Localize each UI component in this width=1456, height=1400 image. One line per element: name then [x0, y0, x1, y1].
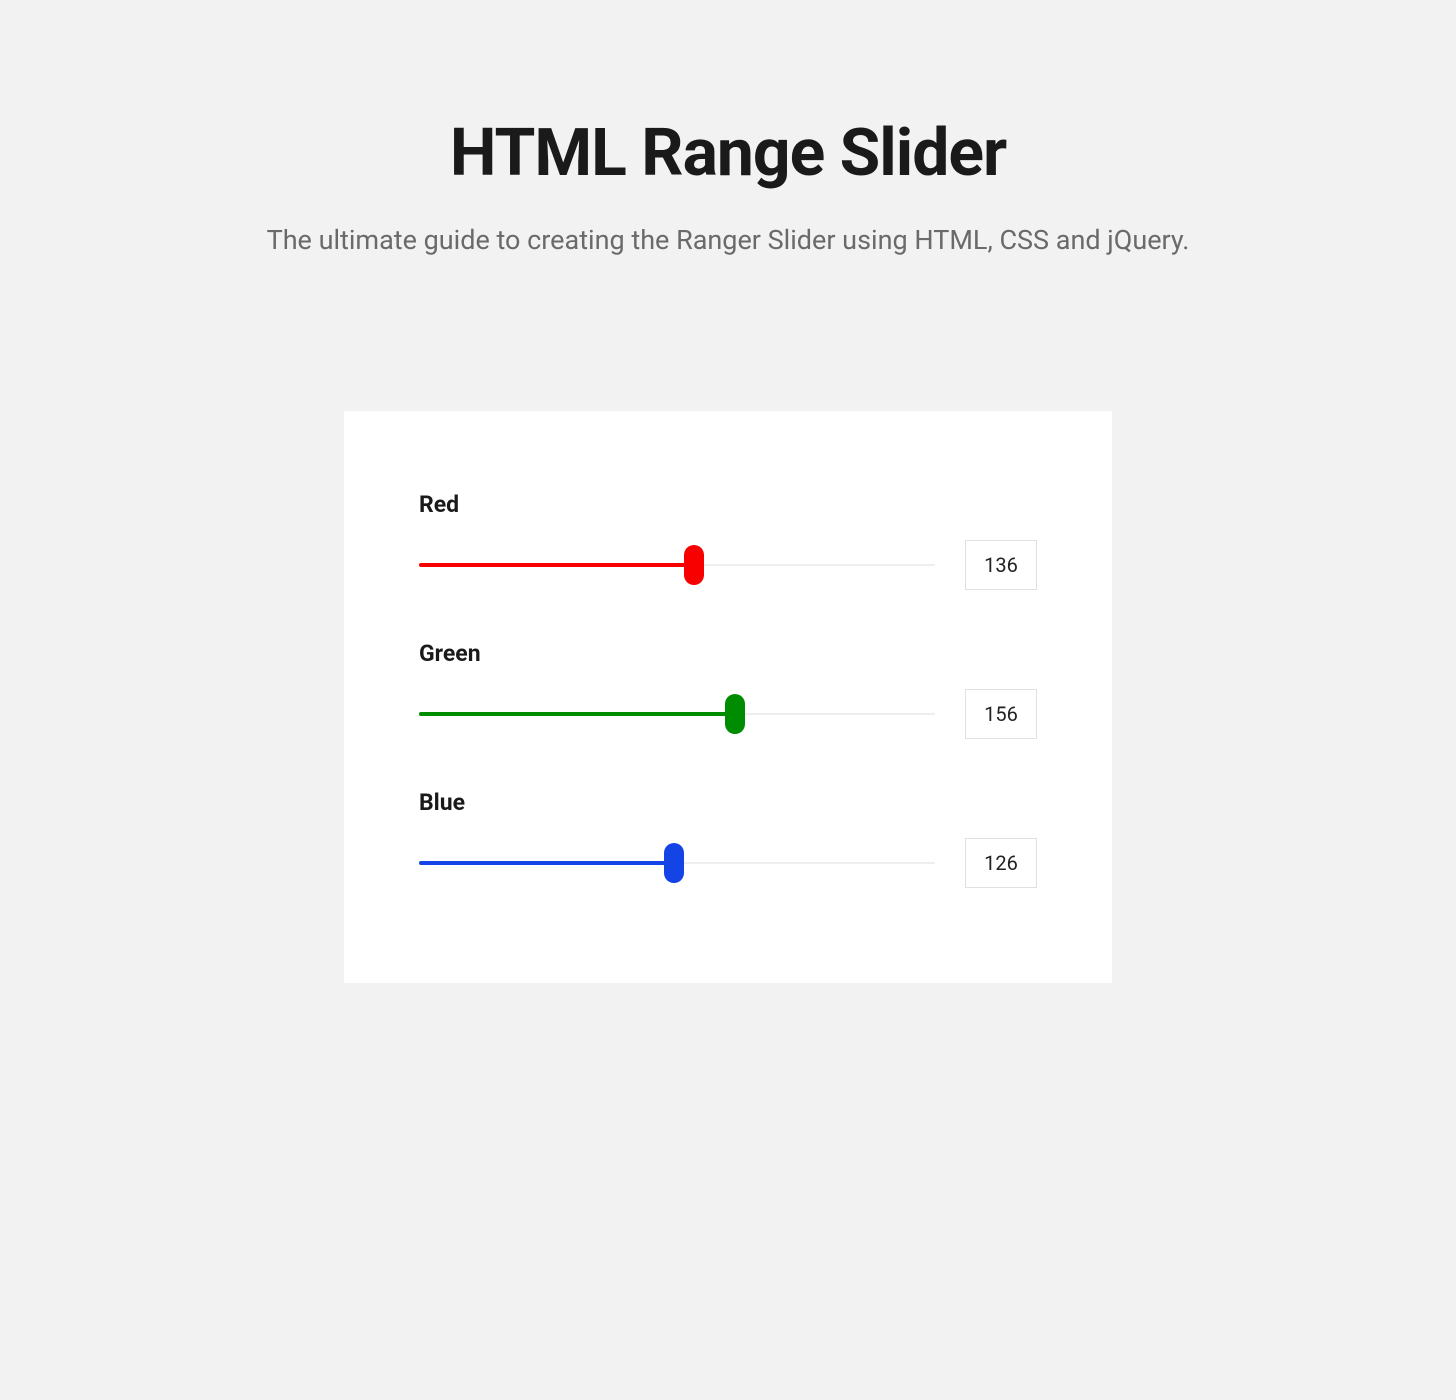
blue-slider[interactable] [419, 843, 935, 883]
green-value-input[interactable] [965, 689, 1037, 739]
slider-fill-green [419, 712, 735, 716]
red-value-input[interactable] [965, 540, 1037, 590]
slider-label-red: Red [419, 491, 1037, 518]
slider-group-red: Red [419, 491, 1037, 590]
slider-thumb-blue[interactable] [664, 843, 684, 883]
slider-thumb-red[interactable] [684, 545, 704, 585]
slider-label-blue: Blue [419, 789, 1037, 816]
green-slider[interactable] [419, 694, 935, 734]
slider-label-green: Green [419, 640, 1037, 667]
red-slider[interactable] [419, 545, 935, 585]
slider-fill-blue [419, 861, 674, 865]
page-subtitle: The ultimate guide to creating the Range… [0, 224, 1456, 256]
blue-value-input[interactable] [965, 838, 1037, 888]
slider-fill-red [419, 563, 694, 567]
slider-group-blue: Blue [419, 789, 1037, 888]
slider-thumb-green[interactable] [725, 694, 745, 734]
slider-card: Red Green [344, 411, 1112, 983]
slider-group-green: Green [419, 640, 1037, 739]
page-title: HTML Range Slider [0, 115, 1456, 192]
